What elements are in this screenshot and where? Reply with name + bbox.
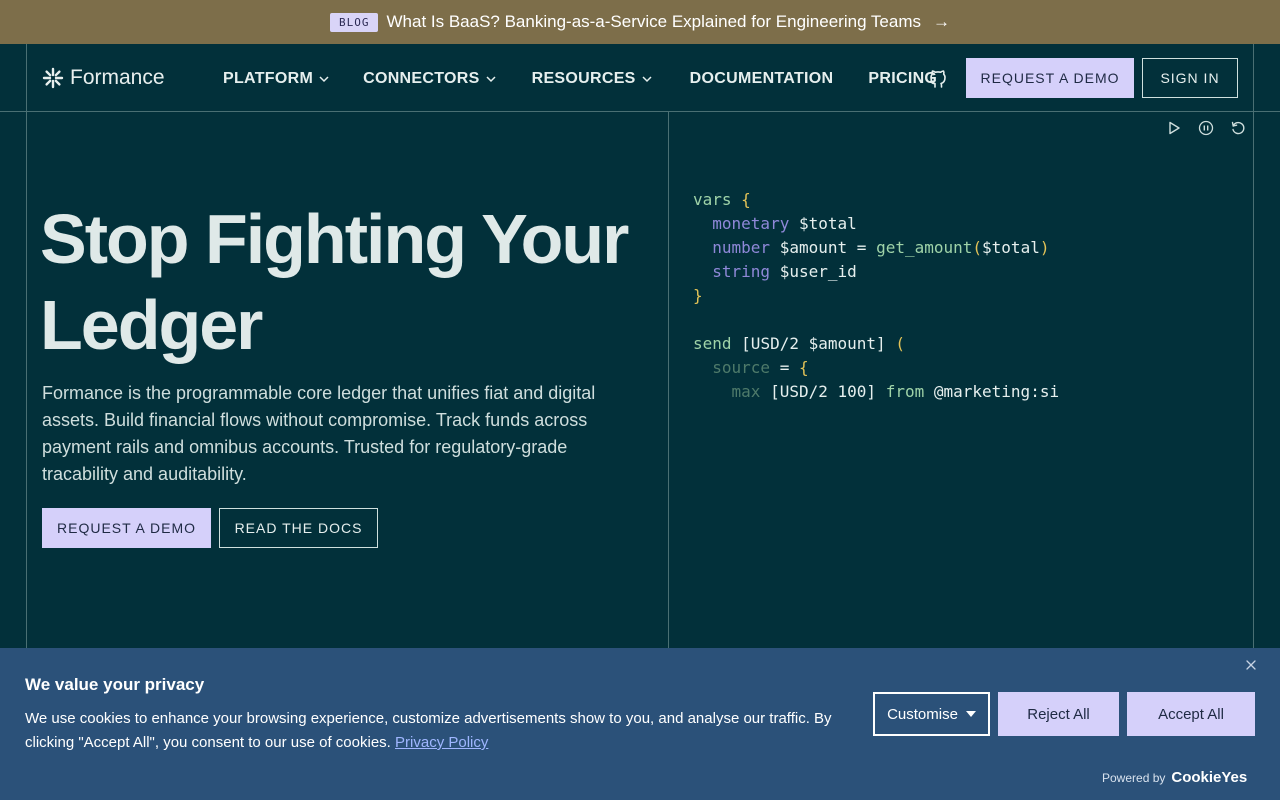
formance-logo[interactable]: Formance [42,66,165,90]
code-token: source [712,358,771,377]
nav-request-demo-button[interactable]: REQUEST A DEMO [966,58,1134,98]
nav-item-platform[interactable]: PLATFORM [223,70,329,88]
hero-title-line-2: Ledger [40,286,263,364]
code-token: string [712,262,771,281]
hero-title-line-1: Stop Fighting Your [40,200,629,278]
chevron-down-icon [642,76,652,83]
nav-item-label: RESOURCES [531,70,636,87]
divider-right [1253,44,1254,648]
cookie-consent-banner: We value your privacy We use cookies to … [0,648,1280,800]
code-token: $total [798,214,857,233]
arrow-right-icon: → [933,12,951,31]
nav-menu: PLATFORM CONNECTORS RESOURCES DOCUMENTAT… [223,67,937,91]
cookieyes-logo[interactable]: CookieYes [1171,769,1247,786]
play-icon[interactable] [1166,120,1182,136]
announcement-bar[interactable]: BLOG What Is BaaS? Banking-as-a-Service … [0,0,1280,44]
restart-icon[interactable] [1230,120,1246,136]
code-token: [USD/2 [741,334,799,353]
numscript-code-block: vars { monetary $total number $amount = … [693,188,1059,404]
nav-item-resources[interactable]: RESOURCES [532,70,652,88]
nav-item-label: CONNECTORS [363,70,480,87]
code-token: ( [895,334,905,353]
close-icon[interactable] [1244,658,1258,672]
reject-all-button[interactable]: Reject All [998,692,1119,736]
code-token: $user_id [779,262,857,281]
logo-text: Formance [70,66,165,89]
code-token: max [731,382,761,401]
powered-by: Powered by CookieYes [1102,769,1247,786]
chevron-down-icon [319,76,329,83]
code-token: } [693,286,703,305]
customise-label: Customise [887,705,958,723]
code-token: $amount [779,238,848,257]
blog-badge: BLOG [329,12,379,32]
pause-icon[interactable] [1198,120,1214,136]
code-token: number [712,238,771,257]
code-token: get_amount [876,238,973,257]
sign-in-button[interactable]: SIGN IN [1142,58,1238,98]
code-token: $amount [808,334,877,353]
chevron-down-icon [486,76,496,83]
code-token: { [741,190,751,209]
cookie-title: We value your privacy [25,675,205,694]
code-token: vars [693,190,732,209]
nav-item-label: PRICING [868,70,938,87]
accept-all-button[interactable]: Accept All [1127,692,1255,736]
nav-item-label: PLATFORM [223,70,314,87]
code-token: = [856,238,867,257]
github-icon[interactable] [928,67,948,89]
code-playback-controls [1166,120,1246,136]
code-token: send [693,334,732,353]
read-the-docs-button[interactable]: READ THE DOCS [219,508,378,548]
nav-item-documentation[interactable]: DOCUMENTATION [690,70,834,88]
code-token: from [885,382,925,401]
divider-middle [668,112,669,648]
privacy-policy-link[interactable]: Privacy Policy [395,734,488,751]
code-token: ( [972,238,983,257]
announcement-text[interactable]: What Is BaaS? Banking-as-a-Service Expla… [386,12,921,32]
caret-down-icon [965,711,976,717]
code-token: [USD/2 100] [770,382,877,401]
formance-logo-icon [42,67,64,89]
nav-item-connectors[interactable]: CONNECTORS [363,70,496,88]
customise-button[interactable]: Customise [873,692,990,736]
code-token: { [798,358,809,377]
code-token: @marketing:si [933,382,1060,401]
hero-description: Formance is the programmable core ledger… [42,383,596,484]
hero-title: Stop Fighting Your Ledger [40,196,660,368]
code-token: ] [876,334,886,353]
code-token: ) [1039,238,1050,257]
code-token: monetary [712,214,790,233]
nav-item-pricing[interactable]: PRICING [868,70,937,88]
cookie-body: We use cookies to enhance your browsing … [25,707,855,755]
nav-item-label: DOCUMENTATION [689,70,834,87]
code-token: = [779,358,790,377]
powered-by-label: Powered by [1102,770,1166,785]
code-token: $total [982,238,1040,257]
hero-request-demo-button[interactable]: REQUEST A DEMO [42,508,211,548]
divider-left [26,44,27,648]
